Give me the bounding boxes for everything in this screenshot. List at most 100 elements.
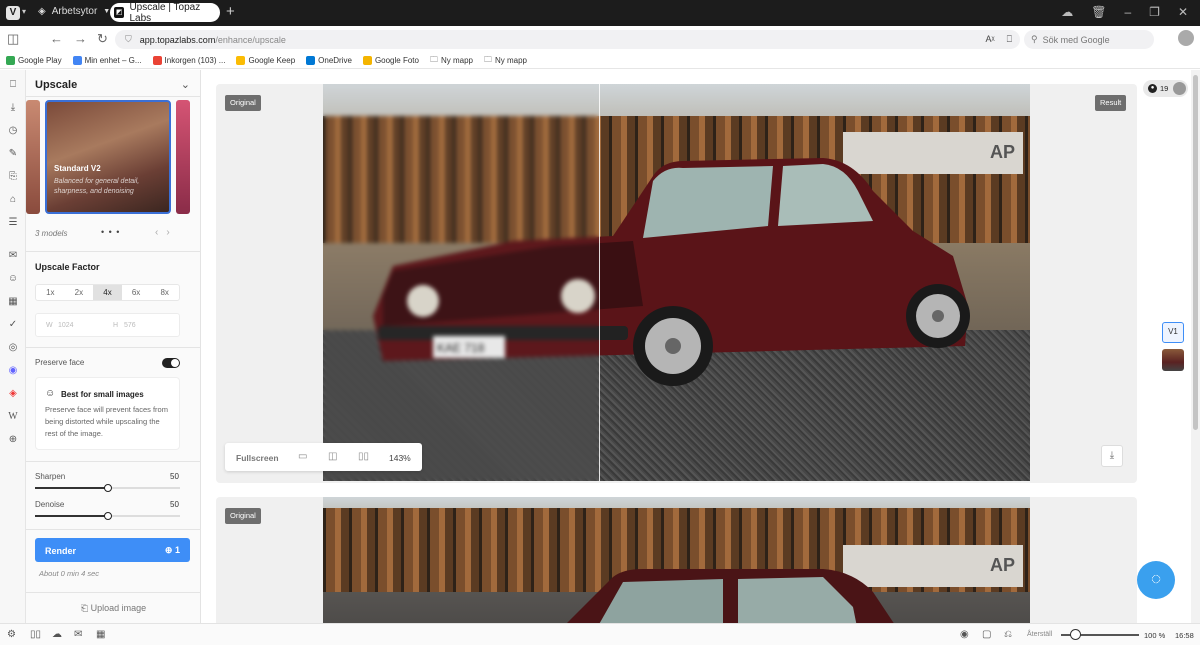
chat-support-icon[interactable]: ◌	[1137, 561, 1175, 599]
bookmark-item[interactable]: 🗀 Ny mapp	[430, 54, 473, 68]
forward-arrow-icon[interactable]: →	[74, 32, 87, 46]
mail-icon[interactable]: ✉	[6, 249, 20, 263]
vivaldi-icon[interactable]: ◈	[6, 387, 20, 401]
zoom-slider-handle[interactable]	[1070, 629, 1081, 640]
split-view-icon[interactable]: ◫	[328, 451, 337, 463]
restore-icon[interactable]: ❐	[1149, 5, 1160, 19]
notes-icon[interactable]: ✎	[6, 147, 20, 161]
new-tab-icon[interactable]: +	[226, 4, 235, 20]
history-icon[interactable]: ◷	[6, 124, 20, 138]
reset-zoom-label[interactable]: Återställ	[1027, 631, 1052, 638]
comparison-frame-2: AP Original	[216, 497, 1137, 623]
clock: 16:58	[1175, 631, 1194, 640]
wikipedia-icon[interactable]: W	[6, 410, 20, 424]
model-card-next[interactable]	[176, 100, 190, 214]
car-roof-illustration	[567, 569, 894, 623]
version-v1-button[interactable]: V1	[1162, 322, 1184, 343]
upload-image-button[interactable]: ⎗ Upload image	[26, 603, 201, 614]
bookmark-item[interactable]: OneDrive	[306, 56, 352, 65]
bookmark-item[interactable]: Google Play	[6, 56, 62, 65]
model-card-selected[interactable]: Standard V2 Balanced for general detail,…	[45, 100, 171, 214]
mail-status-icon[interactable]: ✉	[74, 629, 82, 641]
original-badge: Original	[225, 508, 261, 524]
trash-icon[interactable]: 🗑	[1091, 5, 1106, 19]
image-thumbnail[interactable]	[1162, 349, 1184, 371]
translate-icon[interactable]: Aᵡ	[986, 34, 995, 45]
page-actions-icon[interactable]: ⎌	[1004, 629, 1012, 641]
download-icon[interactable]: ⤓	[1101, 445, 1123, 467]
bookmarks-panel-icon[interactable]: ⎕	[6, 78, 20, 92]
image-viewer: AP KAE 718 Original Result Fullscreen ▭ …	[201, 70, 1191, 623]
folder-icon: 🗀	[429, 54, 438, 64]
chevron-down-icon[interactable]: ⌄	[181, 78, 190, 91]
bookmark-icon[interactable]: ⎕	[1007, 34, 1012, 45]
panel-title: Upscale	[35, 79, 78, 91]
credits-badge[interactable]: ● 19	[1143, 80, 1188, 97]
user-avatar[interactable]	[1173, 82, 1186, 95]
url-domain: app.topazlabs.com	[139, 34, 216, 45]
tiling-icon[interactable]: ▯▯	[30, 629, 41, 641]
fullscreen-button[interactable]: Fullscreen	[236, 453, 279, 463]
vivaldi-logo-icon[interactable]: V	[6, 6, 20, 20]
feeds-icon[interactable]: ◎	[6, 341, 20, 355]
side-by-side-icon[interactable]: ▯▯	[358, 451, 369, 463]
model-card-prev[interactable]	[26, 100, 40, 214]
capture-icon[interactable]: ◉	[960, 629, 969, 641]
mastodon-icon[interactable]: ◉	[6, 364, 20, 378]
comparison-divider[interactable]	[599, 84, 600, 481]
bookmark-item[interactable]: Google Keep	[236, 56, 295, 65]
search-field[interactable]: ⚲ Sök med Google	[1024, 30, 1154, 49]
page-tiling-icon[interactable]: ▢	[982, 629, 991, 641]
bookmarks-bar: Google Play Min enhet – G... Inkorgen (1…	[0, 53, 1200, 69]
credit-coin-icon: ●	[1148, 84, 1157, 93]
bookmark-item[interactable]: Min enhet – G...	[72, 56, 142, 65]
minimize-icon[interactable]: –	[1124, 5, 1131, 19]
zoom-level[interactable]: 143%	[389, 453, 411, 463]
bookmark-item[interactable]: Google Foto	[362, 56, 419, 65]
reading-list-icon[interactable]: ⌂	[6, 193, 20, 207]
render-button[interactable]: Render ⊕ 1	[35, 538, 190, 562]
active-tab[interactable]: ◩ Upscale | Topaz Labs	[110, 2, 220, 24]
layers-icon: ◈	[38, 6, 46, 17]
car-photo-2[interactable]: AP	[323, 497, 1030, 623]
close-icon[interactable]: ✕	[1178, 5, 1188, 19]
translate-panel-icon[interactable]: ⎘	[6, 170, 20, 184]
shield-icon: ⛉	[125, 34, 132, 44]
bookmark-item[interactable]: Inkorgen (103) ...	[152, 56, 225, 65]
car-photo[interactable]: AP KAE 718	[323, 84, 1030, 481]
browser-side-panel: ⎕ ⤓ ◷ ✎ ⎘ ⌂ ☰ ✉ ☺ ▦ ✓ ◎ ◉ ◈ W ⊕	[0, 70, 26, 623]
single-view-icon[interactable]: ▭	[298, 451, 307, 463]
profile-avatar[interactable]	[1178, 30, 1194, 46]
render-credits: 1	[174, 545, 180, 555]
workspaces-label: Arbetsytor	[51, 6, 98, 17]
photos-icon	[362, 56, 372, 65]
settings-icon[interactable]: ⚙	[7, 629, 16, 641]
contacts-icon[interactable]: ☺	[6, 272, 20, 286]
back-arrow-icon[interactable]: ←	[50, 32, 63, 46]
search-icon: ⚲	[1031, 34, 1038, 44]
bookmark-item[interactable]: 🗀 Ny mapp	[484, 54, 527, 68]
model-description: Balanced for general detail, sharpness, …	[54, 178, 140, 195]
scrollbar-thumb[interactable]	[1193, 75, 1198, 430]
url-field[interactable]: ⛉ app.topazlabs.com/enhance/upscale Aᵡ ⎕	[115, 30, 1020, 49]
zoom-percent: 100 %	[1144, 631, 1166, 640]
model-name: Standard V2	[54, 164, 101, 173]
comparison-frame: AP KAE 718 Original Result Fullscreen ▭ …	[216, 84, 1137, 483]
menu-chevron-icon[interactable]: ▾	[22, 7, 26, 16]
cloud-sync-icon[interactable]: ☁	[1061, 5, 1073, 19]
add-panel-icon[interactable]: ⊕	[6, 433, 20, 447]
reload-icon[interactable]: ↻	[97, 32, 108, 46]
url-path: /enhance/upscale	[215, 34, 286, 45]
calendar-status-icon[interactable]: ▦	[96, 629, 105, 641]
credits-count: 19	[1160, 84, 1169, 93]
calendar-icon[interactable]: ▦	[6, 295, 20, 309]
divider	[26, 96, 200, 97]
tabs-panel-icon[interactable]: ☰	[6, 216, 20, 230]
cloud-icon[interactable]: ☁	[52, 629, 62, 641]
downloads-icon[interactable]: ⤓	[6, 101, 20, 115]
view-toolbar: Fullscreen ▭ ◫ ▯▯ 143%	[225, 443, 422, 471]
page-scrollbar[interactable]	[1191, 70, 1200, 623]
panel-toggle-icon[interactable]: ◫	[7, 32, 19, 46]
workspaces-button[interactable]: ◈ Arbetsytor ▼	[38, 6, 110, 17]
tasks-icon[interactable]: ✓	[6, 318, 20, 332]
